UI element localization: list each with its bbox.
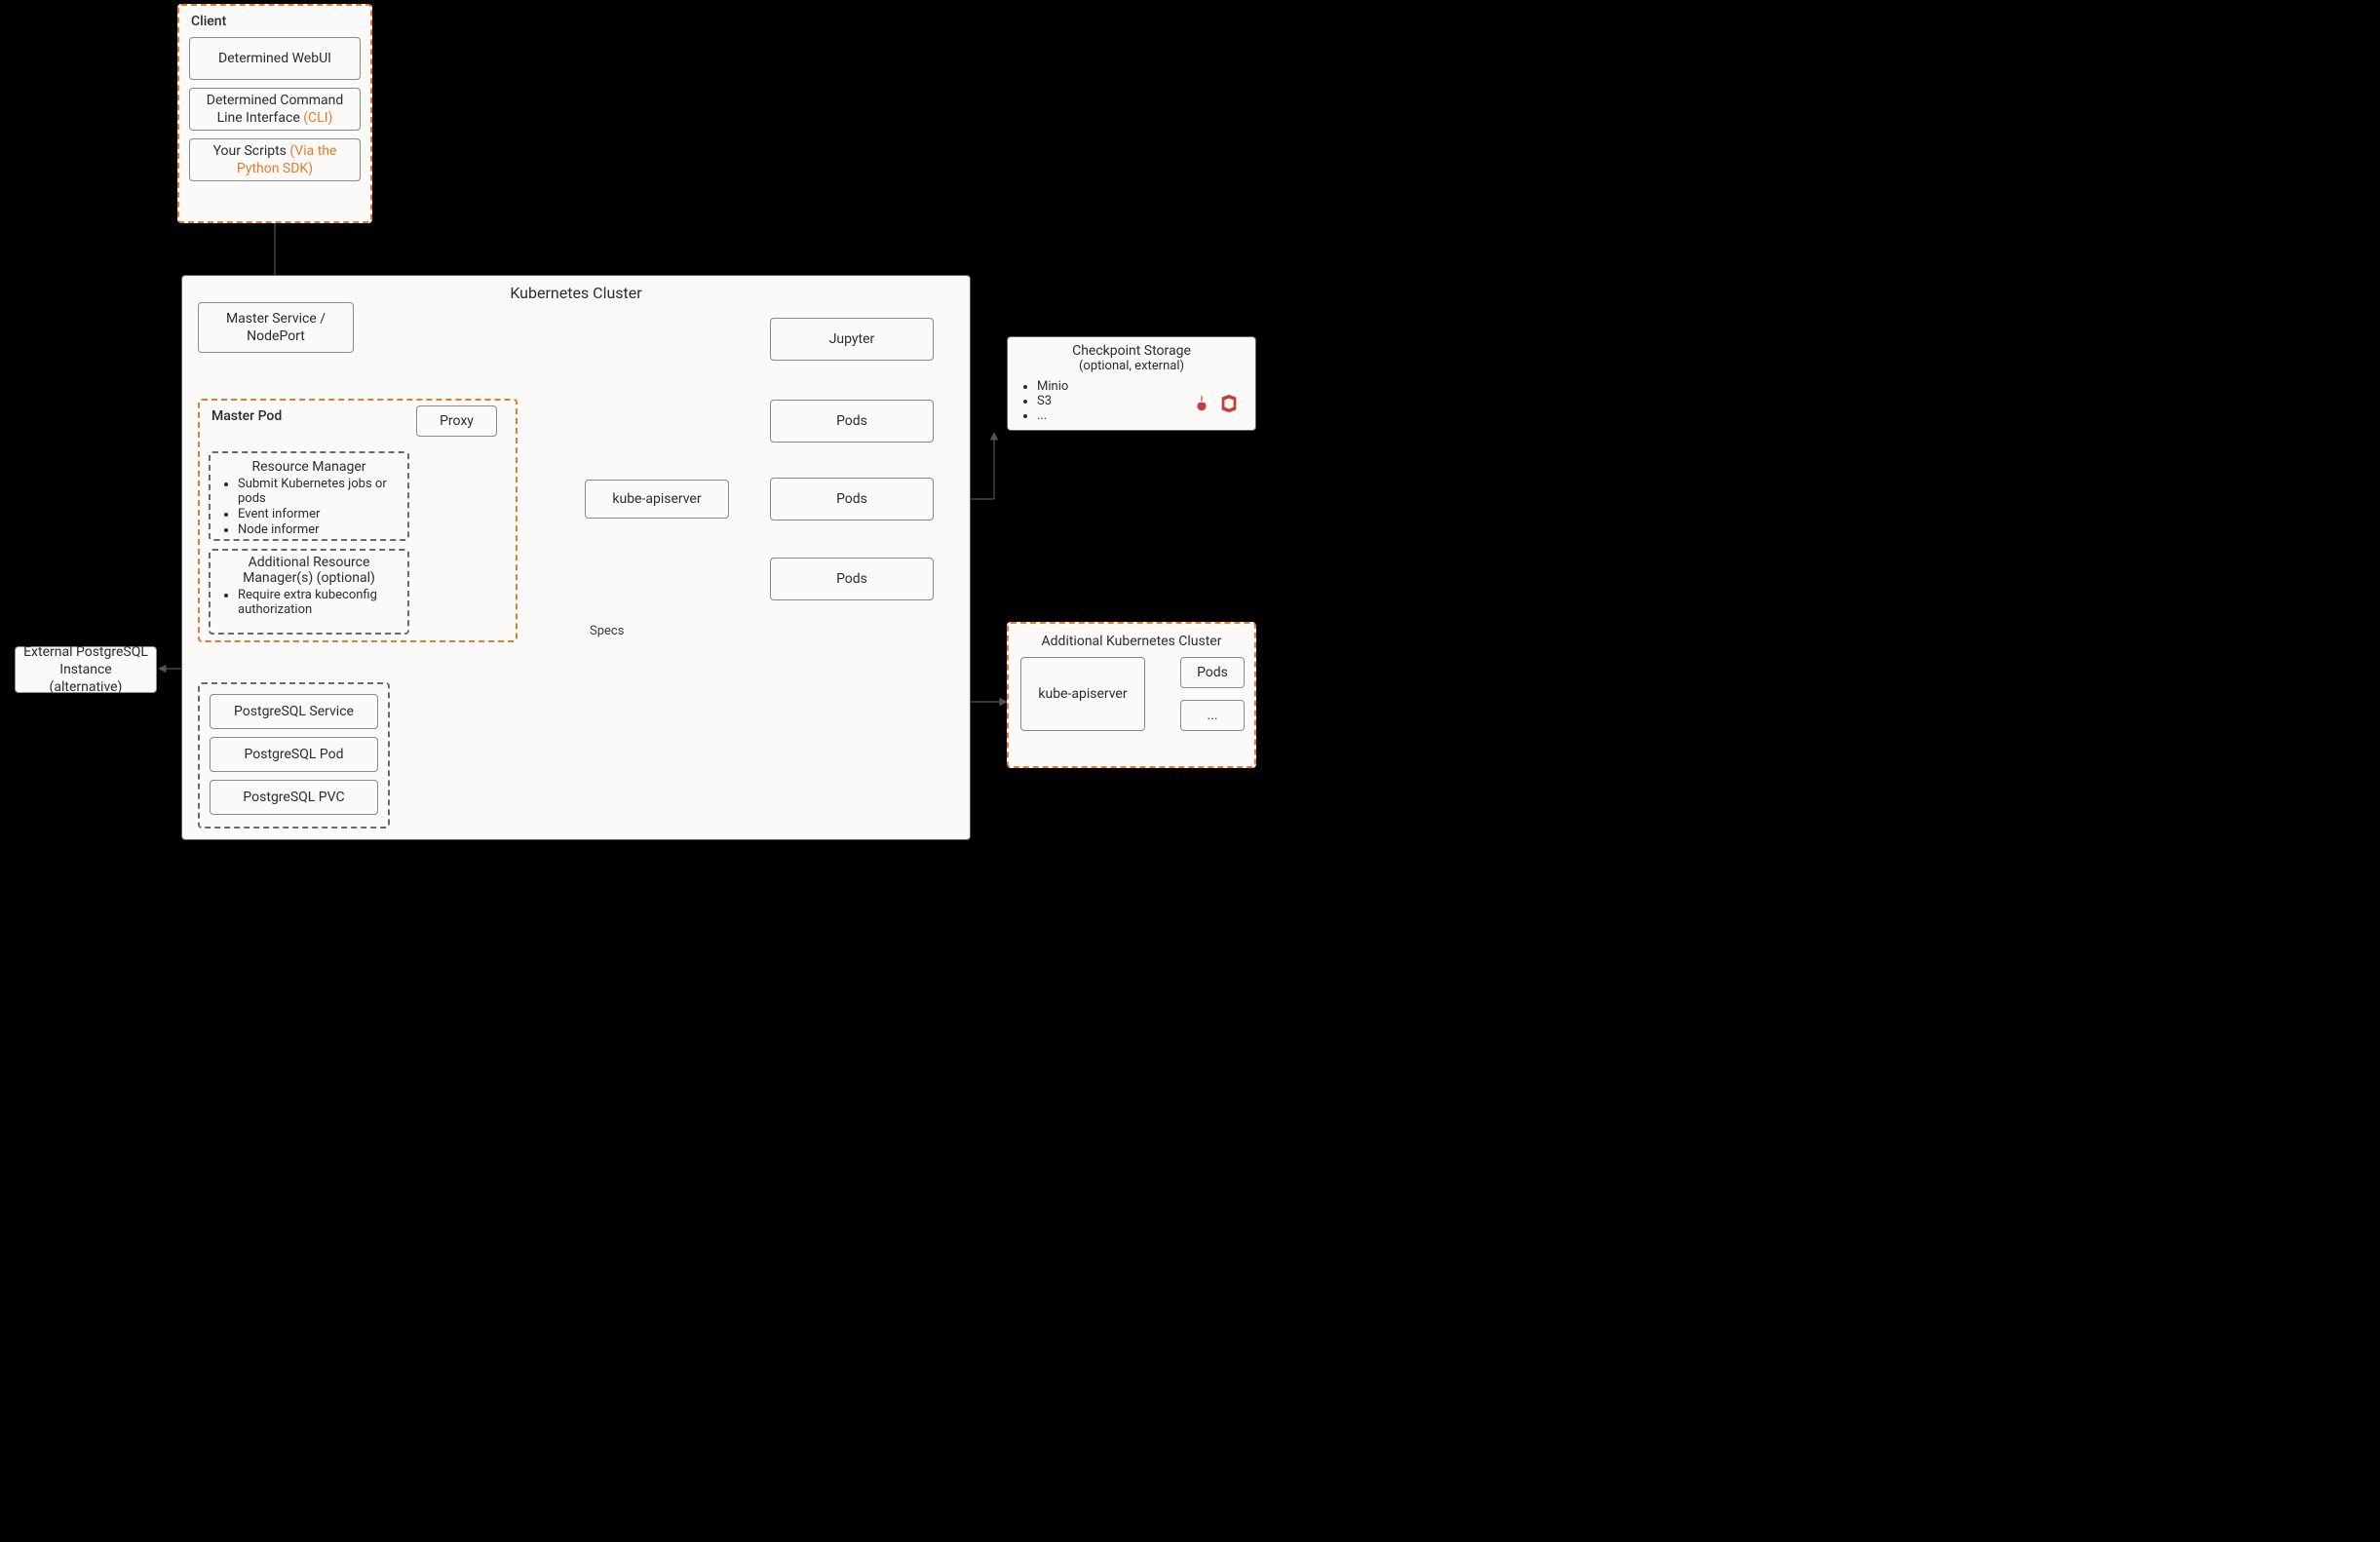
rm-title: Resource Manager bbox=[211, 453, 407, 475]
client-group: Client Determined WebUI Determined Comma… bbox=[177, 4, 372, 223]
client-webui: Determined WebUI bbox=[189, 37, 361, 80]
kcluster-title: Kubernetes Cluster bbox=[182, 276, 970, 302]
additional-kcluster: Additional Kubernetes Cluster kube-apise… bbox=[1007, 622, 1256, 768]
architecture-diagram: Client Determined WebUI Determined Comma… bbox=[0, 0, 1335, 872]
addl-title: Additional Kubernetes Cluster bbox=[1009, 624, 1254, 657]
s3-icon bbox=[1218, 393, 1240, 414]
checkpoint-storage: Checkpoint Storage (optional, external) … bbox=[1007, 336, 1256, 431]
pods-3: Pods bbox=[770, 558, 934, 600]
master-service: Master Service / NodePort bbox=[198, 302, 354, 353]
postgres-group: PostgreSQL Service PostgreSQL Pod Postgr… bbox=[198, 682, 390, 829]
external-postgres: External PostgreSQL Instance (alternativ… bbox=[15, 646, 157, 693]
arm-title: Additional Resource Manager(s) (optional… bbox=[211, 551, 407, 586]
rm-items: Submit Kubernetes jobs or pods Event inf… bbox=[238, 477, 407, 537]
resource-manager: Resource Manager Submit Kubernetes jobs … bbox=[209, 451, 409, 541]
client-cli: Determined Command Line Interface (CLI) bbox=[189, 88, 361, 131]
ckpt-list: Minio S3 ... bbox=[1037, 379, 1068, 423]
pods-1: Pods bbox=[770, 400, 934, 443]
ckpt-subtitle: (optional, external) bbox=[1012, 359, 1251, 373]
pods-2: Pods bbox=[770, 478, 934, 520]
arm-items: Require extra kubeconfig authorization bbox=[238, 588, 407, 617]
client-scripts: Your Scripts (Via the Python SDK) bbox=[189, 138, 361, 181]
postgres-service: PostgreSQL Service bbox=[210, 694, 378, 729]
addl-apiserver: kube-apiserver bbox=[1020, 657, 1145, 731]
additional-resource-manager: Additional Resource Manager(s) (optional… bbox=[209, 549, 409, 635]
kube-apiserver: kube-apiserver bbox=[585, 480, 729, 519]
ckpt-title: Checkpoint Storage bbox=[1012, 343, 1251, 359]
addl-ellipsis: ... bbox=[1180, 700, 1245, 731]
postgres-pod: PostgreSQL Pod bbox=[210, 737, 378, 772]
jupyter-pod: Jupyter bbox=[770, 318, 934, 361]
cli-link[interactable]: (CLI) bbox=[303, 110, 332, 126]
specs-label: Specs bbox=[590, 624, 624, 638]
minio-icon bbox=[1191, 393, 1212, 414]
client-title: Client bbox=[179, 6, 370, 33]
addl-pods: Pods bbox=[1180, 657, 1245, 688]
postgres-pvc: PostgreSQL PVC bbox=[210, 780, 378, 815]
proxy-node: Proxy bbox=[416, 405, 497, 437]
